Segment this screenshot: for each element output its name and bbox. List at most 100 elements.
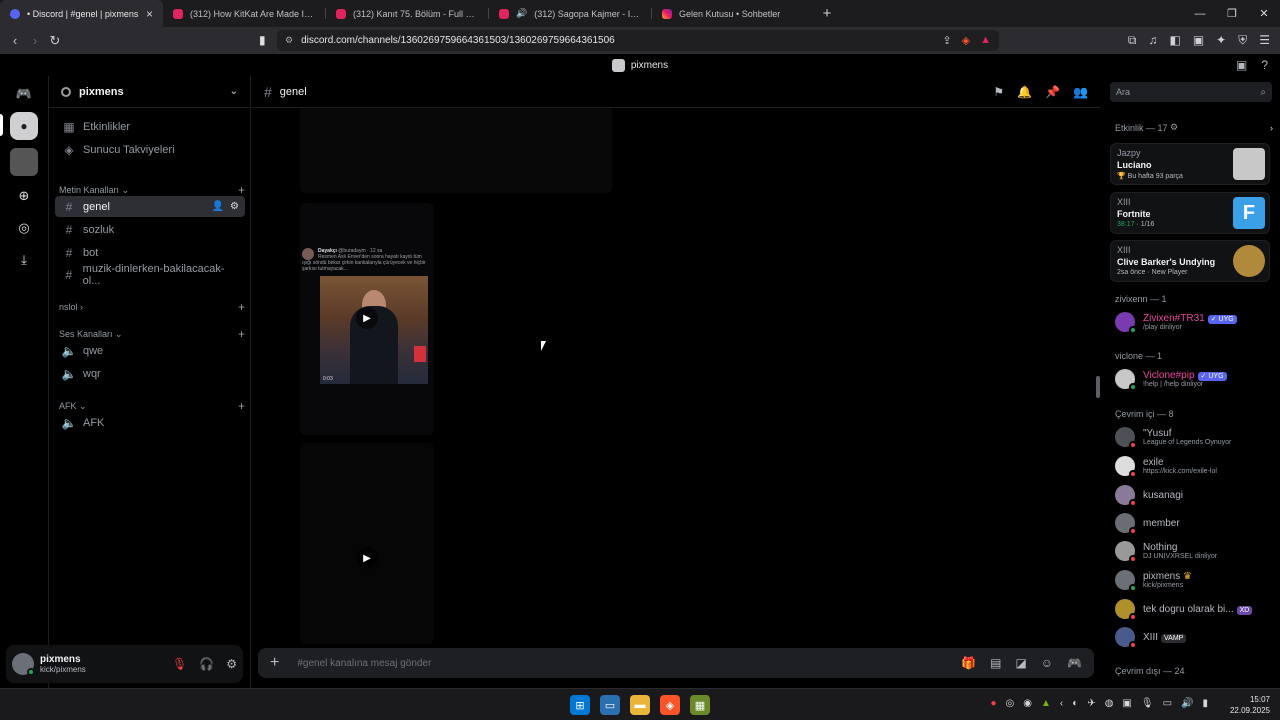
tray-app-icon[interactable]: ◐ (1072, 698, 1078, 709)
category-nslol[interactable]: nslol › + (59, 300, 245, 314)
tray-app-icon[interactable]: ◎ (1006, 698, 1015, 709)
emoji-icon[interactable]: ☺ (1041, 656, 1053, 670)
member-item[interactable]: member (1115, 510, 1275, 536)
activity-card[interactable]: XIII Fortnite 38:17 · 1/16 F (1110, 192, 1270, 234)
browser-tab-discord[interactable]: • Discord | #genel | pixmens × (0, 0, 163, 27)
tray-app-icon[interactable]: ◍ (1105, 698, 1114, 709)
download-icon[interactable]: ⤓ (10, 246, 38, 274)
channel-genel[interactable]: # genel 👤 ⚙ (55, 196, 245, 217)
category-voice-channels[interactable]: Ses Kanalları ⌄ + (59, 327, 245, 341)
new-tab-button[interactable]: + (815, 0, 839, 27)
close-window-icon[interactable]: ✕ (1248, 0, 1280, 27)
record-icon[interactable]: ● (990, 698, 996, 709)
activity-card[interactable]: Jazpy Luciano 🏆 Bu hafta 93 parça (1110, 143, 1270, 185)
sidebar-item-boosts[interactable]: ◈ Sunucu Takviyeleri (55, 139, 245, 160)
guild-header[interactable]: pixmens ⌄ (49, 76, 250, 108)
member-item[interactable]: Nothing DJ UNIVXRSEL dinliyor (1115, 538, 1275, 564)
channel-bot[interactable]: # bot (55, 242, 245, 263)
member-item[interactable]: XIII VAMP (1115, 624, 1275, 650)
gear-icon[interactable]: ⚙ (226, 657, 237, 671)
browser-tab-youtube-3[interactable]: 🔊 (312) Sagopa Kajmer - Istakoz 20 (489, 0, 652, 27)
media-icon[interactable]: ♫ (1148, 33, 1157, 48)
ai-icon[interactable]: ✦ (1216, 33, 1226, 48)
add-attachment-icon[interactable]: + (270, 654, 279, 672)
microphone-icon[interactable]: 🎙 (1141, 698, 1154, 709)
site-info-icon[interactable]: ⚙ (285, 35, 293, 46)
gear-icon[interactable]: ⚙ (230, 201, 239, 212)
headphones-icon[interactable]: 🎧 (199, 657, 214, 671)
member-item[interactable]: Zivixen#TR31 ✓ UYG /play dinliyor (1115, 309, 1275, 335)
browser-tab-youtube-2[interactable]: (312) Kanıt 75. Bölüm - Full Bölüm - (326, 0, 489, 27)
minimize-icon[interactable]: — (1184, 0, 1216, 27)
add-channel-icon[interactable]: + (238, 183, 245, 197)
category-afk[interactable]: AFK ⌄ + (59, 399, 245, 413)
forward-icon[interactable]: › (25, 33, 45, 48)
speaker-icon[interactable]: 🔊 (516, 8, 527, 19)
steam-icon[interactable]: ◉ (1023, 698, 1032, 709)
bookmark-icon[interactable]: ▮ (259, 33, 266, 47)
activity-card[interactable]: XIII Clive Barker's Undying 2sa önce · N… (1110, 240, 1270, 282)
gif-icon[interactable]: ▤ (990, 656, 1001, 670)
threads-icon[interactable]: ⚑ (993, 85, 1004, 99)
clock[interactable]: 15:07 22.09.2025 (1230, 694, 1270, 716)
restore-icon[interactable]: ❐ (1216, 0, 1248, 27)
gift-icon[interactable]: 🎁 (961, 656, 976, 670)
member-item[interactable]: tek dogru olarak bi... XD (1115, 596, 1275, 622)
sidebar-item-events[interactable]: ▦ Etkinlikler (55, 116, 245, 137)
member-item[interactable]: Viclone#pip ✓ UYG !help | /help dinliyor (1115, 366, 1275, 392)
share-icon[interactable]: ⇪ (942, 34, 951, 47)
video-thumbnail[interactable]: 0:03 (320, 276, 428, 384)
discord-home-icon[interactable]: 🎮 (10, 80, 38, 108)
app-icon[interactable]: ▦ (690, 695, 710, 715)
play-icon[interactable]: ▶ (356, 307, 378, 329)
inbox-icon[interactable]: ▣ (1236, 58, 1247, 72)
brave-browser-icon[interactable]: ◈ (660, 695, 680, 715)
category-text-channels[interactable]: Metin Kanalları ⌄ + (59, 183, 245, 197)
member-item[interactable]: "Yusuf League of Legends Oynuyor (1115, 424, 1275, 450)
file-explorer-icon[interactable]: ▬ (630, 695, 650, 715)
member-item[interactable]: pixmens ♛ kick/pixmens (1115, 567, 1275, 593)
network-icon[interactable]: ▭ (1163, 698, 1172, 709)
volume-icon[interactable]: 🔊 (1181, 698, 1193, 709)
message-list[interactable]: Dayakçı @buradaym · 12 sa Resmen Aslı En… (252, 108, 1100, 644)
media-embed[interactable] (300, 108, 612, 193)
discover-icon[interactable]: ◎ (10, 214, 38, 242)
channel-sozluk[interactable]: # sozluk (55, 219, 245, 240)
message-composer[interactable]: + #genel kanalına mesaj gönder 🎁 ▤ ◪ ☺ 🎮 (258, 648, 1094, 678)
mic-muted-icon[interactable]: 🎙 (172, 657, 187, 671)
search-input[interactable]: Ara ⌕ (1110, 82, 1272, 102)
chevron-right-icon[interactable]: › (1270, 123, 1273, 133)
chevron-icon[interactable]: ‹ (1060, 698, 1063, 709)
voice-channel-qwe[interactable]: 🔈 qwe (55, 340, 245, 361)
channel-muzik[interactable]: # muzik-dinlerken-bakilacacak-ol... (55, 263, 245, 287)
close-icon[interactable]: × (146, 7, 153, 21)
activities-icon[interactable]: 🎮 (1067, 656, 1082, 670)
avatar[interactable] (12, 653, 35, 676)
tray-app-icon[interactable]: ▣ (1122, 698, 1131, 709)
member-item[interactable]: exile https://kick.com/exile-lol (1115, 453, 1275, 479)
member-item[interactable]: kusanagi (1115, 482, 1275, 508)
help-icon[interactable]: ? (1261, 58, 1268, 72)
add-channel-icon[interactable]: + (238, 300, 245, 314)
battery-icon[interactable]: ▮ (1202, 698, 1208, 709)
play-icon[interactable]: ▶ (356, 547, 378, 569)
sidebar-icon[interactable]: ◧ (1169, 33, 1180, 48)
back-icon[interactable]: ‹ (5, 33, 25, 48)
url-field[interactable]: ⚙ discord.com/channels/13602697596643615… (277, 30, 999, 51)
nvidia-icon[interactable]: ▲ (1041, 698, 1051, 709)
pin-icon[interactable]: 📌 (1045, 85, 1060, 99)
windows-start-icon[interactable]: ⊞ (570, 695, 590, 715)
media-embed-video[interactable] (300, 443, 434, 644)
add-server-icon[interactable]: ⊕ (10, 182, 38, 210)
screenshot-icon[interactable]: ⧉ (1128, 33, 1137, 48)
browser-tab-instagram[interactable]: Gelen Kutusu • Sohbetler (652, 0, 815, 27)
sticker-icon[interactable]: ◪ (1015, 656, 1026, 670)
voice-channel-afk[interactable]: 🔈 AFK (55, 412, 245, 433)
add-channel-icon[interactable]: + (238, 327, 245, 341)
invite-icon[interactable]: 👤 (212, 201, 224, 212)
tray-app-icon[interactable]: ✈ (1087, 698, 1095, 709)
menu-icon[interactable]: ☰ (1259, 33, 1270, 48)
member-list-icon[interactable]: 👥 (1073, 85, 1088, 99)
reload-icon[interactable]: ↻ (45, 33, 65, 49)
rewards-icon[interactable]: ▲ (980, 34, 991, 47)
